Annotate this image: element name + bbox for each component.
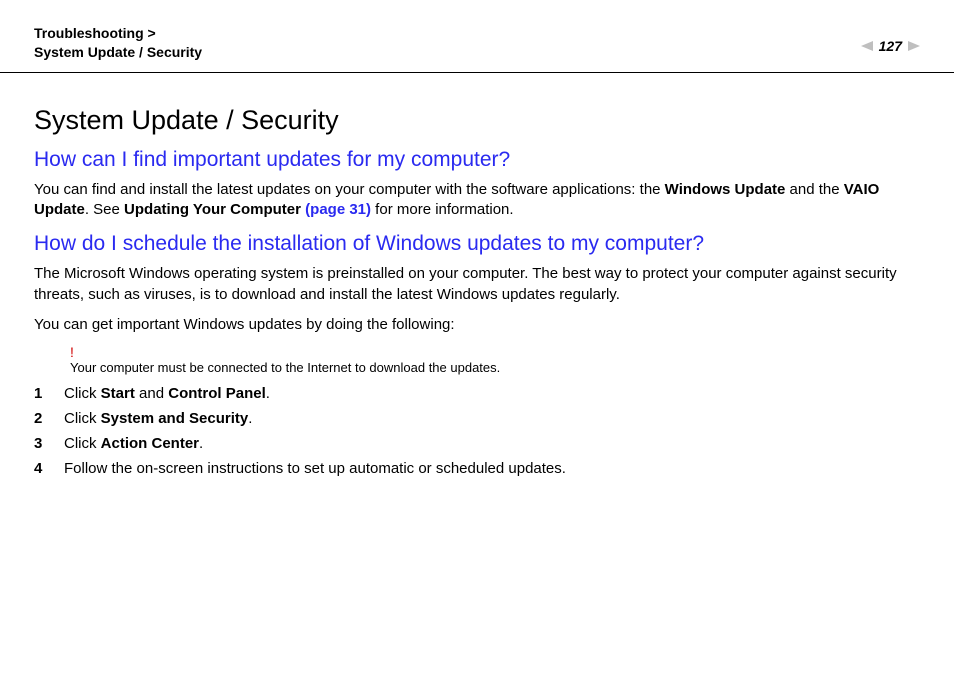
step-pre: Click [64,385,101,402]
q1-bold-windows-update: Windows Update [665,181,786,198]
q1-text-mid2: . See [85,201,124,218]
warning-note: ! Your computer must be connected to the… [70,345,920,375]
step-pre: Click [64,435,101,452]
step-bold-1: System and Security [101,410,249,427]
q1-text-mid1: and the [785,181,843,198]
breadcrumb: Troubleshooting > System Update / Securi… [34,24,202,62]
step-item: 1 Click Start and Control Panel. [34,385,920,402]
step-number: 3 [34,435,64,452]
step-post: . [248,410,252,427]
question-1-paragraph: You can find and install the latest upda… [34,180,920,221]
step-item: 2 Click System and Security. [34,410,920,427]
question-2-paragraph-2: You can get important Windows updates by… [34,315,920,335]
step-pre: Click [64,410,101,427]
step-text: Click Action Center. [64,435,920,452]
q1-bold-updating: Updating Your Computer [124,201,305,218]
step-bold-1: Action Center [101,435,199,452]
next-page-arrow-icon[interactable] [908,41,920,51]
step-post: . [266,385,270,402]
step-pre: Follow the on-screen instructions to set… [64,460,566,477]
question-1-heading: How can I find important updates for my … [34,148,920,172]
step-item: 3 Click Action Center. [34,435,920,452]
step-number: 2 [34,410,64,427]
step-item: 4 Follow the on-screen instructions to s… [34,460,920,477]
steps-list: 1 Click Start and Control Panel. 2 Click… [34,385,920,477]
page-header: Troubleshooting > System Update / Securi… [0,0,954,73]
warning-text: Your computer must be connected to the I… [70,360,920,375]
step-text: Follow the on-screen instructions to set… [64,460,920,477]
step-number: 1 [34,385,64,402]
q1-page-link[interactable]: (page 31) [305,201,371,218]
step-bold-1: Start [101,385,135,402]
question-2-paragraph-1: The Microsoft Windows operating system i… [34,264,920,305]
page-number: 127 [879,38,902,54]
step-text: Click Start and Control Panel. [64,385,920,402]
step-mid: and [135,385,168,402]
step-text: Click System and Security. [64,410,920,427]
page-content: System Update / Security How can I find … [0,73,954,478]
question-2-heading: How do I schedule the installation of Wi… [34,232,920,256]
page-number-nav: 127 [861,24,920,54]
page-title: System Update / Security [34,105,920,136]
breadcrumb-line1: Troubleshooting > [34,25,156,41]
warning-icon: ! [70,345,920,360]
breadcrumb-line2: System Update / Security [34,44,202,60]
q1-text-pre: You can find and install the latest upda… [34,181,665,198]
prev-page-arrow-icon[interactable] [861,41,873,51]
step-post: . [199,435,203,452]
step-bold-2: Control Panel [168,385,266,402]
q1-text-post: for more information. [371,201,514,218]
page: Troubleshooting > System Update / Securi… [0,0,954,674]
step-number: 4 [34,460,64,477]
